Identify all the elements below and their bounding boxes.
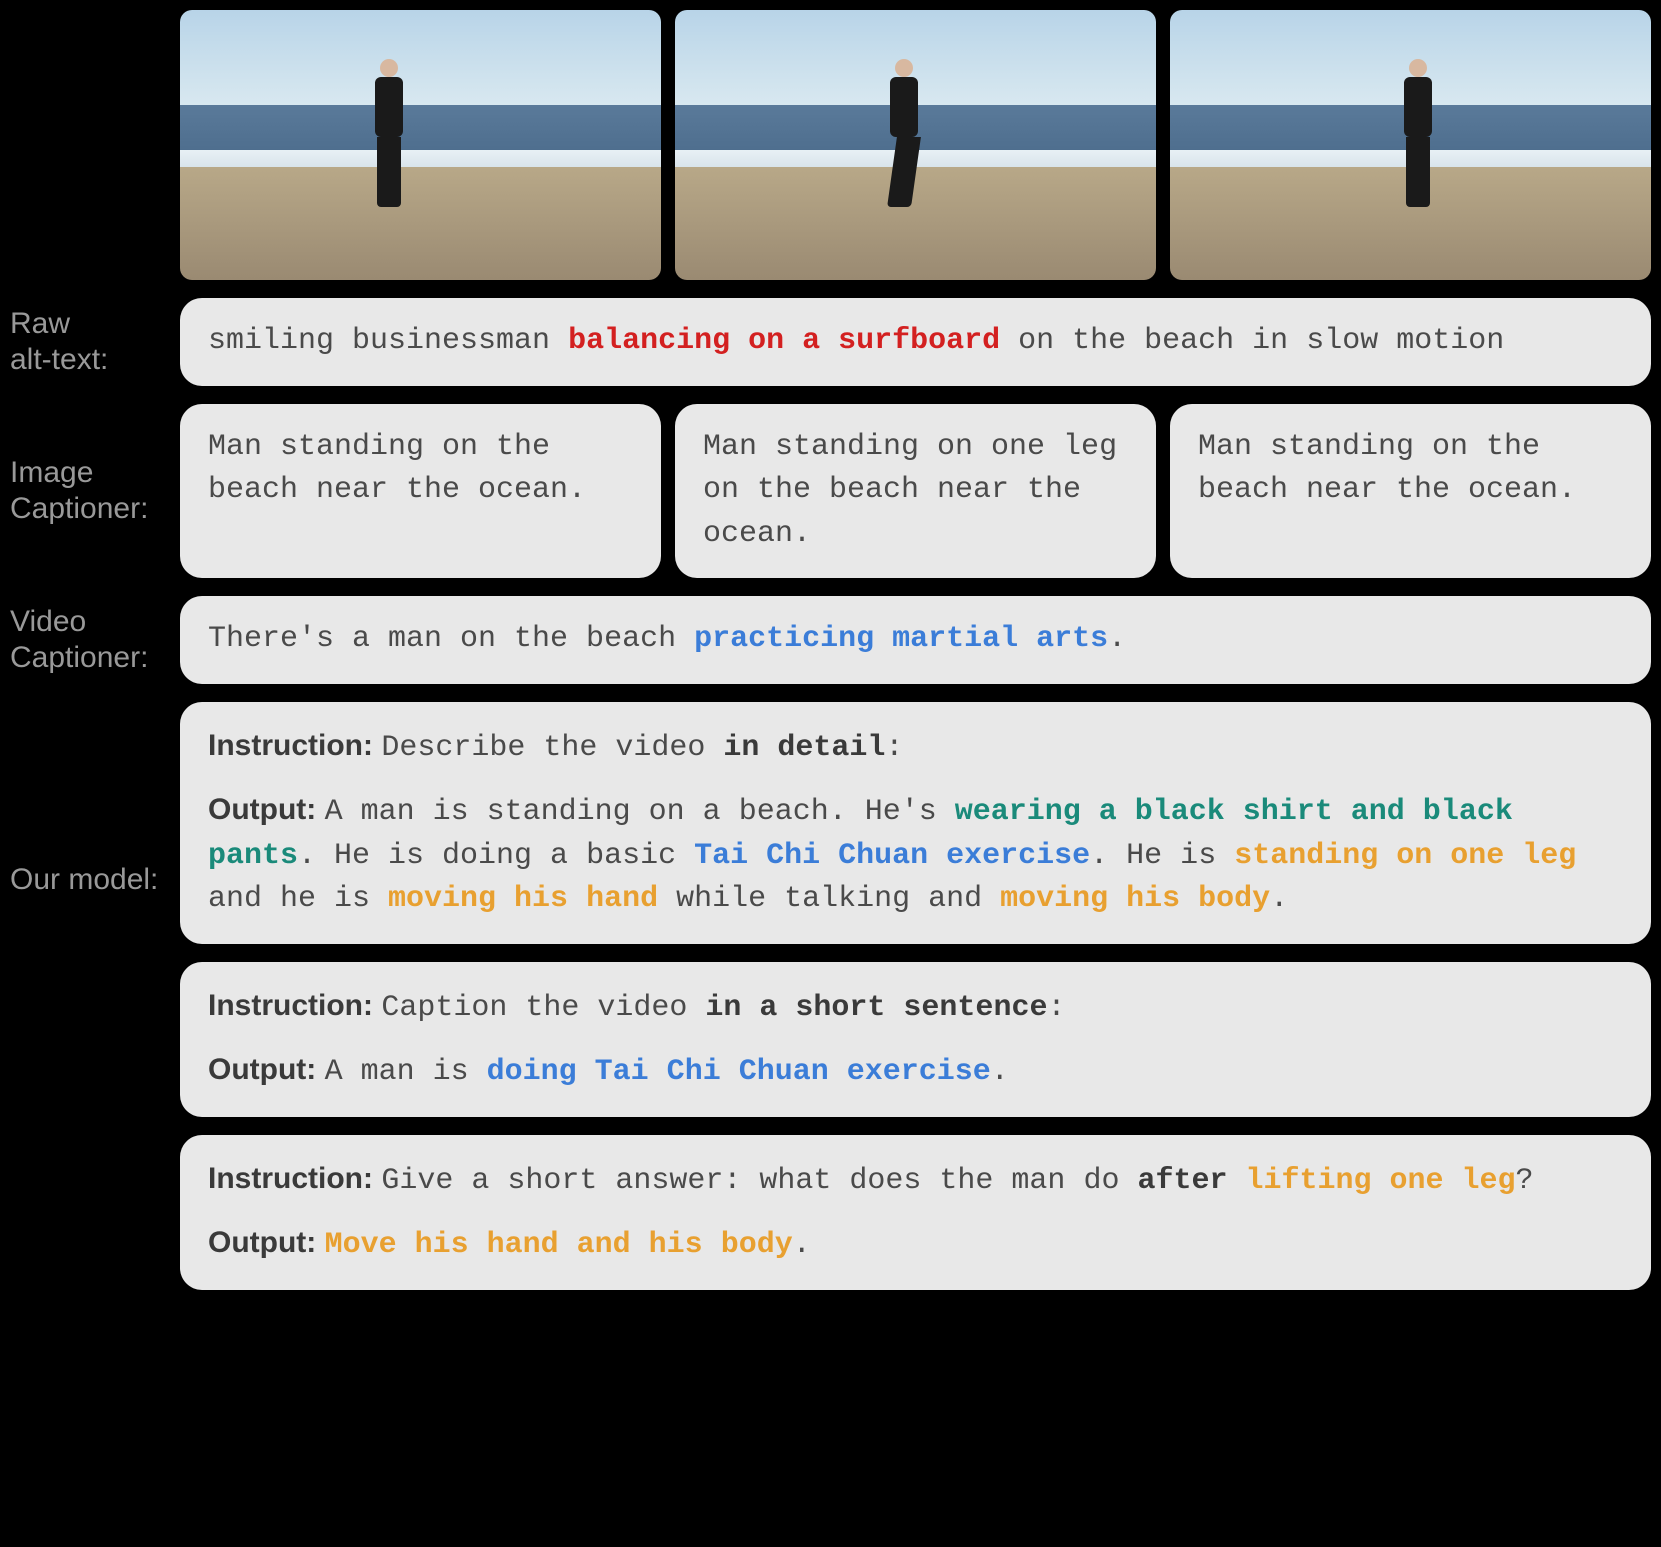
- video-cap-pre: There's a man on the beach: [208, 622, 694, 656]
- output-label: Output:: [208, 793, 325, 826]
- output-label: Output:: [208, 1226, 325, 1259]
- image-caption-3: Man standing on the beach near the ocean…: [1170, 404, 1651, 579]
- video-captioner-row: Video Captioner: There's a man on the be…: [10, 596, 1651, 684]
- instruction-text-post: :: [1047, 991, 1065, 1025]
- our-model-bubble-2: Instruction: Caption the video in a shor…: [180, 962, 1651, 1117]
- instruction-label: Instruction:: [208, 989, 381, 1022]
- output-segment: A man is standing on a beach. He's: [325, 795, 955, 829]
- instruction-line: Instruction: Caption the video in a shor…: [208, 984, 1623, 1031]
- output-segment: .: [1270, 882, 1288, 916]
- image-captioner-row: Image Captioner: Man standing on the bea…: [10, 404, 1651, 579]
- video-captioner-label: Video Captioner:: [10, 604, 180, 676]
- output-segment: .: [991, 1055, 1009, 1089]
- image-captioner-content: Man standing on the beach near the ocean…: [180, 404, 1651, 579]
- raw-alt-highlight: balancing on a surfboard: [568, 324, 1000, 358]
- our-model-row: Our model: Instruction: Describe the vid…: [10, 702, 1651, 1290]
- raw-alt-post: on the beach in slow motion: [1000, 324, 1504, 358]
- our-model-bubble-1: Instruction: Describe the video in detai…: [180, 702, 1651, 944]
- video-frame-2: [675, 10, 1156, 280]
- output-segment: Move his hand and his body: [325, 1228, 793, 1262]
- instruction-text-orange: lifting one leg: [1245, 1164, 1515, 1198]
- our-model-label: Our model:: [10, 862, 180, 898]
- instruction-text-bold: in detail: [723, 731, 885, 765]
- instruction-text-bold: in a short sentence: [705, 991, 1047, 1025]
- image-caption-1: Man standing on the beach near the ocean…: [180, 404, 661, 579]
- video-cap-post: .: [1108, 622, 1126, 656]
- output-segment: moving his hand: [388, 882, 658, 916]
- video-frame-3: [1170, 10, 1651, 280]
- output-line: Output: A man is standing on a beach. He…: [208, 788, 1623, 922]
- output-segment: while talking and: [658, 882, 1000, 916]
- instruction-label: Instruction:: [208, 1162, 381, 1195]
- instruction-text-pre: Caption the video: [381, 991, 705, 1025]
- image-caption-2: Man standing on one leg on the beach nea…: [675, 404, 1156, 579]
- video-frames-row: [10, 10, 1651, 280]
- output-segment: . He is: [1090, 839, 1234, 873]
- instruction-text-post: ?: [1516, 1164, 1534, 1198]
- instruction-text-pre: Give a short answer: what does the man d…: [381, 1164, 1137, 1198]
- instruction-text-post: :: [885, 731, 903, 765]
- output-segment: doing Tai Chi Chuan exercise: [487, 1055, 991, 1089]
- output-segment: and he is: [208, 882, 388, 916]
- instruction-text-pre: Describe the video: [381, 731, 723, 765]
- output-segment: .: [793, 1228, 811, 1262]
- output-segment: moving his body: [1000, 882, 1270, 916]
- image-captioner-label: Image Captioner:: [10, 455, 180, 527]
- output-segment: Tai Chi Chuan exercise: [694, 839, 1090, 873]
- video-captioner-content: There's a man on the beach practicing ma…: [180, 596, 1651, 684]
- raw-alt-bubble: smiling businessman balancing on a surfb…: [180, 298, 1651, 386]
- our-model-content: Instruction: Describe the video in detai…: [180, 702, 1651, 1290]
- raw-alt-pre: smiling businessman: [208, 324, 568, 358]
- output-segment: standing on one leg: [1234, 839, 1576, 873]
- frames-container: [180, 10, 1651, 280]
- video-caption-bubble: There's a man on the beach practicing ma…: [180, 596, 1651, 684]
- output-segment: A man is: [325, 1055, 487, 1089]
- video-cap-highlight: practicing martial arts: [694, 622, 1108, 656]
- raw-alt-label: Raw alt-text:: [10, 306, 180, 378]
- video-frame-1: [180, 10, 661, 280]
- raw-alt-row: Raw alt-text: smiling businessman balanc…: [10, 298, 1651, 386]
- instruction-line: Instruction: Describe the video in detai…: [208, 724, 1623, 771]
- output-segment: . He is doing a basic: [298, 839, 694, 873]
- instruction-line: Instruction: Give a short answer: what d…: [208, 1157, 1623, 1204]
- instruction-label: Instruction:: [208, 729, 381, 762]
- raw-alt-content: smiling businessman balancing on a surfb…: [180, 298, 1651, 386]
- output-line: Output: Move his hand and his body.: [208, 1221, 1623, 1268]
- instruction-text-bold: after: [1137, 1164, 1245, 1198]
- output-label: Output:: [208, 1053, 325, 1086]
- output-line: Output: A man is doing Tai Chi Chuan exe…: [208, 1048, 1623, 1095]
- our-model-bubble-3: Instruction: Give a short answer: what d…: [180, 1135, 1651, 1290]
